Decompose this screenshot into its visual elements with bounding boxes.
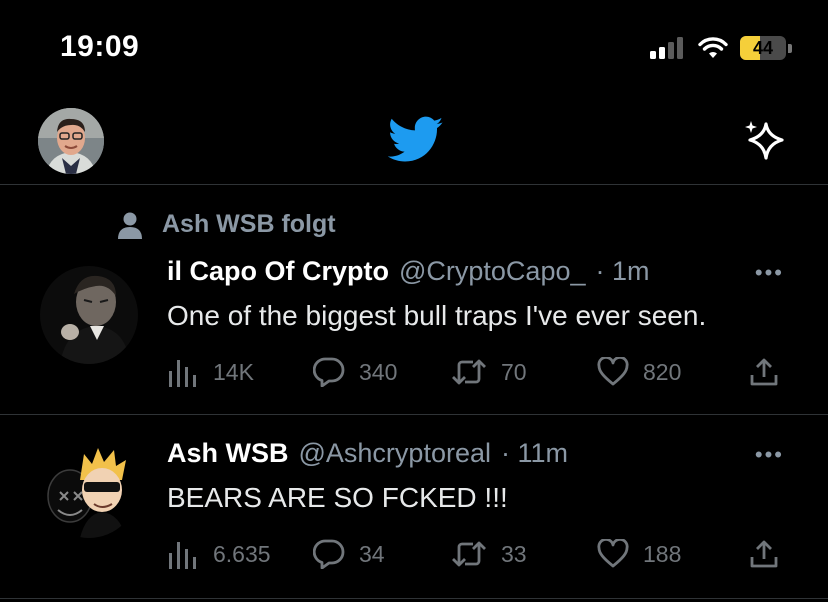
tweet-author-avatar[interactable] xyxy=(40,266,138,364)
tweet-header: il Capo Of Crypto @CryptoCapo_ · 1m xyxy=(167,256,650,287)
tweet-header: Ash WSB @Ashcryptoreal · 11m xyxy=(167,438,568,469)
status-bar: 19:09 44 xyxy=(0,0,828,100)
retweet-icon xyxy=(452,541,486,567)
battery-nub xyxy=(788,43,792,53)
battery-indicator: 44 xyxy=(740,36,786,60)
app-header xyxy=(0,100,828,184)
share-button[interactable] xyxy=(749,352,779,392)
tweet-timestamp[interactable]: · 1m xyxy=(596,256,650,287)
heart-icon xyxy=(597,357,629,386)
views-button[interactable]: 6.635 xyxy=(167,534,271,574)
tweet-author-avatar[interactable] xyxy=(40,440,138,538)
reply-icon xyxy=(313,539,345,569)
tweet-author-handle[interactable]: @Ashcryptoreal xyxy=(299,438,491,469)
tweet-author-name[interactable]: il Capo Of Crypto xyxy=(167,256,389,287)
person-icon xyxy=(118,212,142,239)
tweet[interactable]: Ash WSB @Ashcryptoreal · 11m ••• BEARS A… xyxy=(0,416,828,600)
like-count: 820 xyxy=(643,358,682,385)
sparkle-icon[interactable] xyxy=(742,118,788,164)
tweet[interactable]: Ash WSB folgt il Capo Of Crypto @CryptoC… xyxy=(0,186,828,414)
tweet-author-name[interactable]: Ash WSB xyxy=(167,438,289,469)
status-icons: 44 xyxy=(650,36,792,60)
tweet-actions: 6.635 34 33 188 xyxy=(167,534,787,574)
retweet-count: 33 xyxy=(501,540,527,567)
reply-button[interactable]: 34 xyxy=(313,534,385,574)
like-button[interactable]: 188 xyxy=(597,534,681,574)
tweet-text: BEARS ARE SO FCKED !!! xyxy=(167,482,508,513)
wifi-icon xyxy=(698,37,728,58)
like-count: 188 xyxy=(643,540,682,567)
tweet-author-handle[interactable]: @CryptoCapo_ xyxy=(399,256,586,287)
retweet-count: 70 xyxy=(501,358,527,385)
reply-count: 340 xyxy=(359,358,398,385)
social-context-text[interactable]: Ash WSB folgt xyxy=(162,210,336,239)
more-options-icon[interactable]: ••• xyxy=(755,260,784,286)
tweet-author-avatar-image xyxy=(40,266,138,364)
tweet-text: One of the biggest bull traps I've ever … xyxy=(167,300,707,331)
more-options-icon[interactable]: ••• xyxy=(755,442,784,468)
tweet-author-avatar-image xyxy=(40,440,138,538)
views-count: 6.635 xyxy=(213,540,271,567)
share-button[interactable] xyxy=(749,534,779,574)
retweet-button[interactable]: 70 xyxy=(451,352,527,392)
tweet-divider xyxy=(0,598,828,599)
like-button[interactable]: 820 xyxy=(597,352,681,392)
tweet-actions: 14K 340 70 820 xyxy=(167,352,787,392)
heart-icon xyxy=(597,539,629,568)
battery-percent: 44 xyxy=(752,37,774,58)
status-time: 19:09 xyxy=(60,30,140,63)
reply-button[interactable]: 340 xyxy=(313,352,397,392)
profile-avatar-image xyxy=(38,108,104,174)
reply-count: 34 xyxy=(359,540,385,567)
retweet-icon xyxy=(452,359,486,385)
tweet-timestamp[interactable]: · 11m xyxy=(501,438,568,469)
views-count: 14K xyxy=(213,358,254,385)
signal-bars-icon xyxy=(650,37,683,59)
retweet-button[interactable]: 33 xyxy=(451,534,527,574)
analytics-icon xyxy=(169,542,196,569)
views-button[interactable]: 14K xyxy=(167,352,254,392)
share-icon xyxy=(750,540,778,568)
share-icon xyxy=(750,358,778,386)
analytics-icon xyxy=(169,360,196,387)
header-divider xyxy=(0,184,828,185)
profile-avatar[interactable] xyxy=(38,108,104,174)
twitter-bird-icon[interactable] xyxy=(388,116,444,164)
reply-icon xyxy=(313,357,345,387)
social-context: Ash WSB folgt xyxy=(116,210,336,239)
tweet-divider xyxy=(0,414,828,415)
